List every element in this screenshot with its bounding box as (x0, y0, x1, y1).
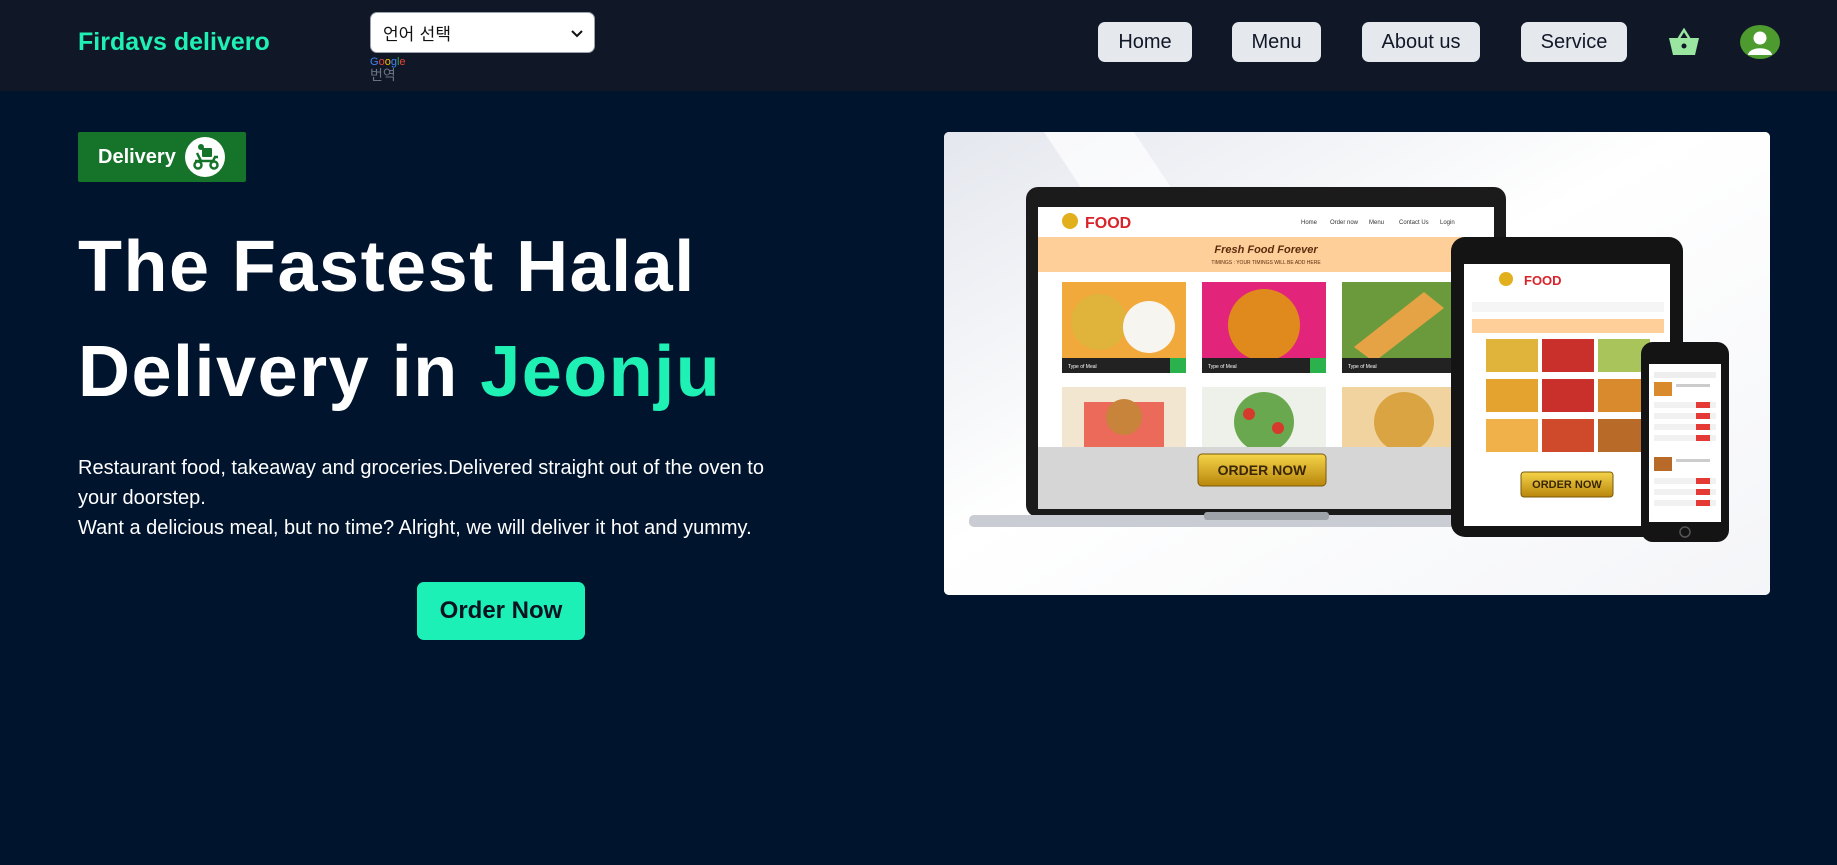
hero-description: Restaurant food, takeaway and groceries.… (78, 453, 778, 543)
svg-text:Menu: Menu (1369, 220, 1384, 226)
top-navbar: Firdavs delivero 언어 선택 Google 번역 Home Me… (0, 0, 1837, 91)
translate-label: 번역 (370, 68, 396, 84)
user-avatar-icon[interactable] (1740, 25, 1780, 59)
delivery-scooter-icon (185, 137, 225, 177)
devices-mockup-image: FOOD Home Order now Menu Contact Us Logi… (944, 132, 1770, 595)
headline-line-1: The Fastest Halal (78, 227, 696, 307)
delivery-badge-label: Delivery (98, 146, 176, 168)
nav-home-button[interactable]: Home (1098, 22, 1192, 62)
google-logo: Google (370, 56, 406, 68)
headline-line-2-prefix: Delivery in (78, 332, 459, 412)
basket-icon[interactable] (1668, 28, 1700, 56)
chevron-down-icon (571, 30, 583, 38)
language-select-value: 언어 선택 (383, 25, 451, 45)
svg-text:ORDER NOW: ORDER NOW (1532, 479, 1602, 491)
nav-service-button[interactable]: Service (1521, 22, 1627, 62)
svg-text:TIMINGS : YOUR TIMINGS WILL BE: TIMINGS : YOUR TIMINGS WILL BE ADD HERE (1211, 260, 1321, 266)
mockup-logo-text: FOOD (1085, 215, 1131, 232)
svg-text:Type of Meal: Type of Meal (1348, 364, 1377, 370)
nav-menu-button[interactable]: Menu (1232, 22, 1321, 62)
svg-text:Type of Meal: Type of Meal (1068, 364, 1097, 370)
svg-text:Fresh Food Forever: Fresh Food Forever (1214, 244, 1318, 256)
order-now-button[interactable]: Order Now (417, 582, 585, 640)
hero-headline: The Fastest Halal Delivery in Jeonju (78, 215, 778, 425)
svg-text:ORDER NOW: ORDER NOW (1218, 462, 1307, 478)
nav-about-button[interactable]: About us (1362, 22, 1480, 62)
delivery-badge: Delivery (78, 132, 246, 182)
svg-text:Order now: Order now (1330, 220, 1359, 226)
description-line-2: Want a delicious meal, but no time? Alri… (78, 517, 752, 539)
svg-text:Type of Meal: Type of Meal (1208, 364, 1237, 370)
language-select[interactable]: 언어 선택 (370, 12, 595, 53)
svg-text:Home: Home (1301, 220, 1318, 226)
svg-text:Contact Us: Contact Us (1399, 220, 1429, 226)
description-line-1: Restaurant food, takeaway and groceries.… (78, 457, 764, 509)
headline-city: Jeonju (480, 332, 722, 412)
brand-logo[interactable]: Firdavs delivero (78, 28, 270, 57)
svg-text:FOOD: FOOD (1524, 273, 1562, 288)
svg-text:Login: Login (1440, 220, 1455, 226)
google-translate-credit[interactable]: Google 번역 (370, 56, 406, 83)
